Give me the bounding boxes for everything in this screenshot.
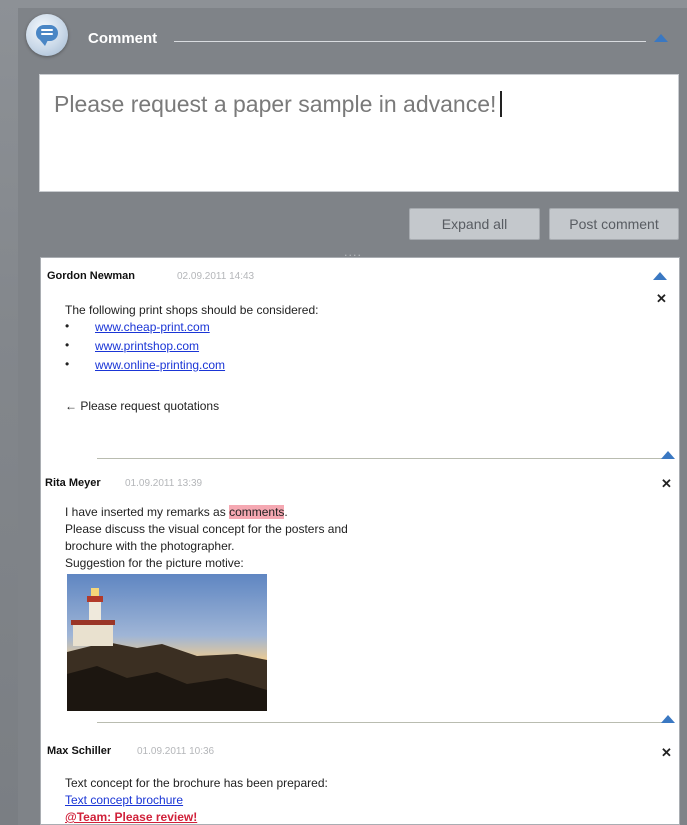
- comment-header: Comment: [18, 8, 687, 66]
- highlighted-word: comments: [229, 505, 285, 519]
- comment-note: ← Please request quotations: [65, 399, 220, 413]
- header-title: Comment: [88, 30, 158, 47]
- comment-link[interactable]: Text concept brochure: [65, 792, 183, 809]
- comment-text: The following print shops should be cons…: [65, 303, 319, 317]
- collapse-panel-icon[interactable]: [654, 34, 668, 42]
- header-divider: [174, 41, 646, 42]
- lighthouse-photo: [67, 574, 267, 711]
- comment-text: brochure with the photographer.: [65, 539, 235, 553]
- text-cursor: [500, 91, 503, 117]
- bullet-icon: •: [65, 357, 70, 371]
- close-icon[interactable]: ✕: [661, 476, 672, 492]
- collapse-comment-icon[interactable]: [661, 715, 675, 723]
- comment-link[interactable]: www.printshop.com: [95, 338, 199, 355]
- comment-input[interactable]: Please request a paper sample in advance…: [39, 74, 679, 192]
- comment-list: Gordon Newman 02.09.2011 14:43 ✕ The fol…: [40, 257, 680, 825]
- comment-link[interactable]: www.cheap-print.com: [95, 319, 210, 336]
- comment-date: 02.09.2011 14:43: [177, 271, 255, 282]
- close-icon[interactable]: ✕: [661, 745, 672, 761]
- comment-input-value: Please request a paper sample in advance…: [54, 91, 497, 117]
- comment-divider: [97, 722, 667, 723]
- comment-text: I have inserted my remarks as comments.: [65, 505, 288, 519]
- comment-author: Rita Meyer: [45, 477, 101, 489]
- comment-divider: [97, 458, 667, 459]
- comment-link[interactable]: www.online-printing.com: [95, 357, 225, 374]
- collapse-comment-icon[interactable]: [661, 451, 675, 459]
- chat-bubble-icon: [26, 14, 68, 56]
- comment-text: Please discuss the visual concept for th…: [65, 522, 348, 536]
- comment-text: Text concept for the brochure has been p…: [65, 776, 328, 790]
- comment-author: Max Schiller: [47, 745, 112, 757]
- collapse-comment-icon[interactable]: [653, 272, 667, 280]
- bullet-icon: •: [65, 319, 70, 333]
- lighthouse-illustration: [67, 574, 267, 711]
- comment-date: 01.09.2011 10:36: [137, 746, 215, 757]
- team-mention[interactable]: @Team: Please review!: [65, 809, 197, 824]
- comment-panel: Comment Please request a paper sample in…: [18, 8, 687, 825]
- comment-text: Suggestion for the picture motive:: [65, 556, 244, 570]
- close-icon[interactable]: ✕: [656, 291, 667, 307]
- expand-all-button[interactable]: Expand all: [409, 208, 540, 240]
- bullet-icon: •: [65, 338, 70, 352]
- comment-date: 01.09.2011 13:39: [125, 478, 203, 489]
- post-comment-button[interactable]: Post comment: [549, 208, 679, 240]
- comment-author: Gordon Newman: [47, 270, 136, 282]
